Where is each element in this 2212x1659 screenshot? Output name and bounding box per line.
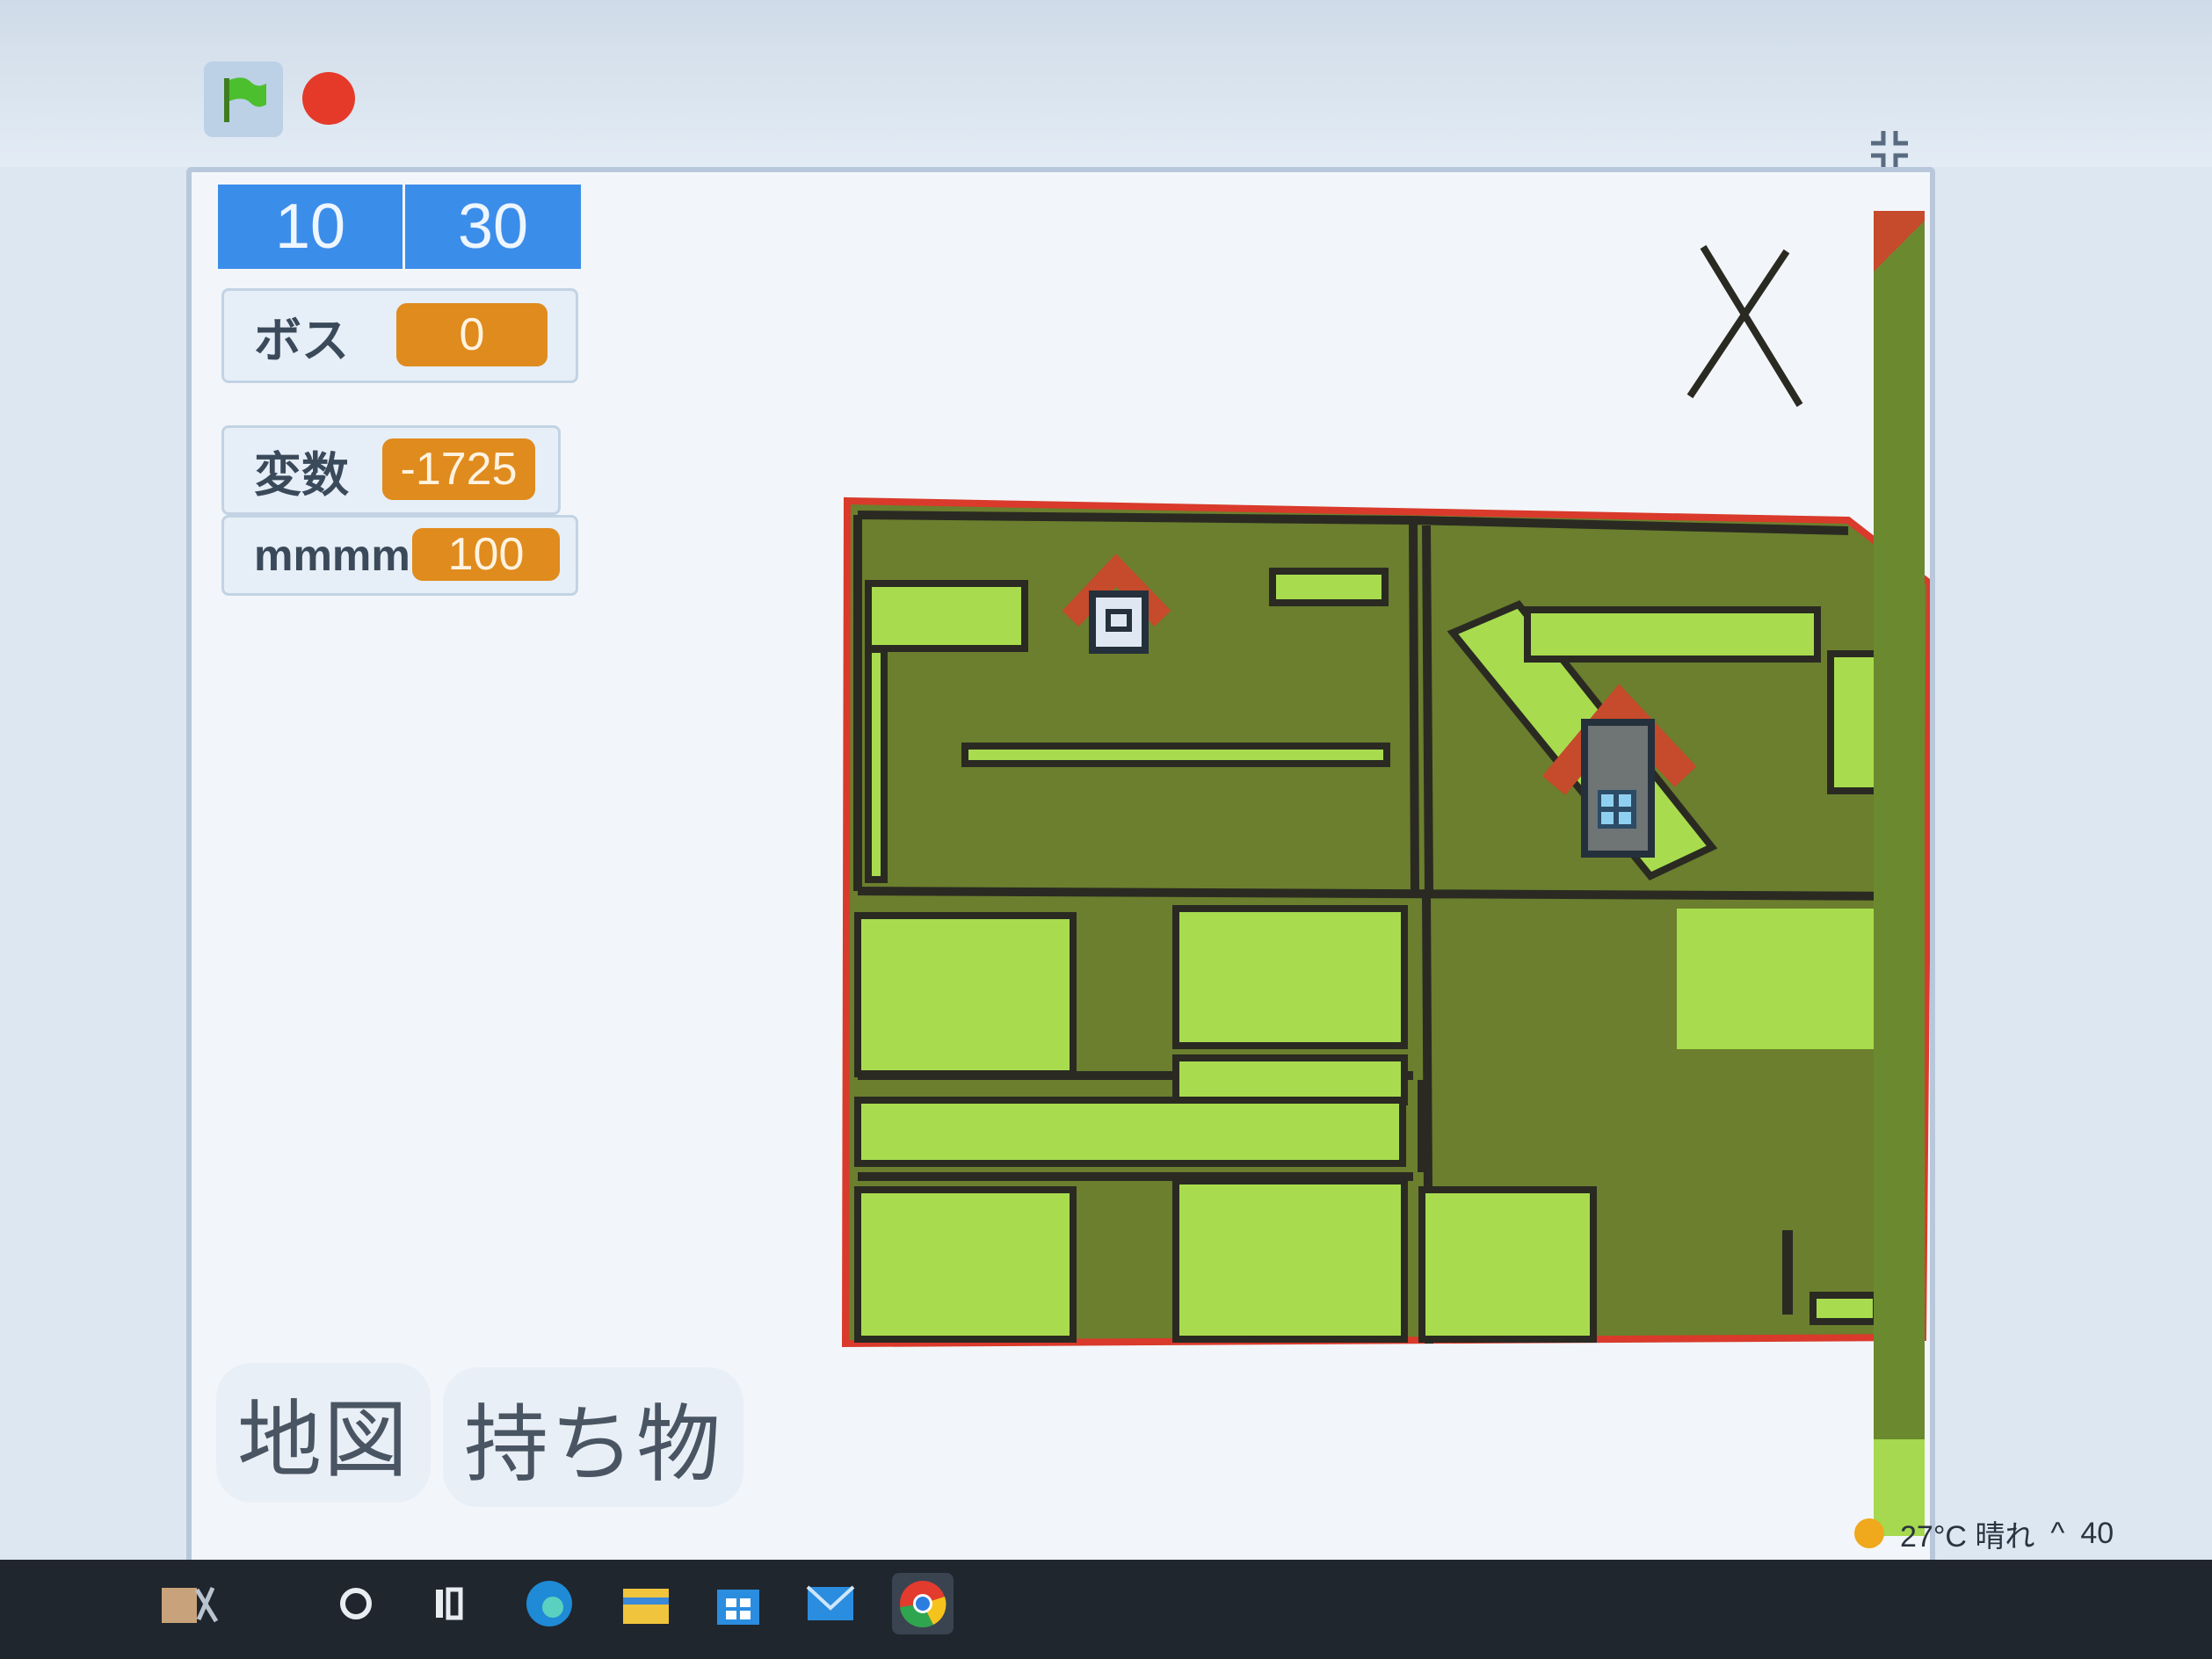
weather-icon — [1854, 1518, 1884, 1548]
task-view-icon[interactable] — [417, 1573, 479, 1634]
side-strip-roof — [1874, 211, 1925, 281]
green-flag-icon — [224, 77, 266, 122]
mail-icon[interactable] — [800, 1573, 861, 1634]
monitor-value-left-text: 10 — [274, 192, 346, 262]
monitor-hensu-value: -1725 — [382, 438, 535, 500]
monitor-hensu-label: 変数 — [254, 448, 349, 502]
monitor-mmmm-value: 100 — [412, 528, 560, 581]
stop-button[interactable] — [302, 72, 355, 125]
monitor-boss: ボス 0 — [221, 288, 578, 383]
chevron-up-icon[interactable]: ^ — [2050, 1517, 2064, 1551]
green-flag-button[interactable] — [204, 62, 283, 137]
tab-map[interactable]: 地図 — [216, 1363, 431, 1503]
edge-browser-icon[interactable] — [519, 1573, 580, 1634]
monitor-value-right: 30 — [405, 185, 581, 269]
close-x-icon[interactable] — [1681, 234, 1813, 414]
monitor-boss-label: ボス — [254, 314, 349, 367]
weather-text: 27°C 晴れ — [1900, 1519, 2035, 1554]
stage[interactable]: 10 30 ボス 0 変数 -1725 mmmm 100 地図 持ち物 — [186, 167, 1935, 1570]
monitor-value-right-text: 30 — [457, 192, 529, 262]
monitor-mmmm: mmmm 100 — [221, 515, 578, 596]
clock-text: 40 — [2080, 1516, 2114, 1550]
chrome-browser-icon[interactable] — [892, 1573, 954, 1634]
desktop-app-icon[interactable] — [158, 1573, 220, 1634]
map-canvas — [841, 496, 1930, 1348]
start-circle-icon[interactable] — [325, 1573, 387, 1634]
map-view[interactable] — [841, 496, 1930, 1348]
tab-inventory[interactable]: 持ち物 — [443, 1367, 743, 1507]
monitor-hensu: 変数 -1725 — [221, 425, 561, 515]
side-scenery-strip — [1874, 211, 1925, 1536]
map-post — [1782, 1230, 1793, 1315]
store-icon[interactable] — [707, 1573, 769, 1634]
system-tray: 27°C 晴れ ^ 40 — [1854, 1507, 2114, 1560]
fullscreen-exit-icon — [1871, 131, 1908, 168]
monitor-mmmm-label: mmmm — [254, 531, 410, 580]
monitor-value-left: 10 — [218, 185, 403, 269]
file-explorer-icon[interactable] — [615, 1573, 677, 1634]
monitor-boss-value: 0 — [396, 303, 548, 366]
